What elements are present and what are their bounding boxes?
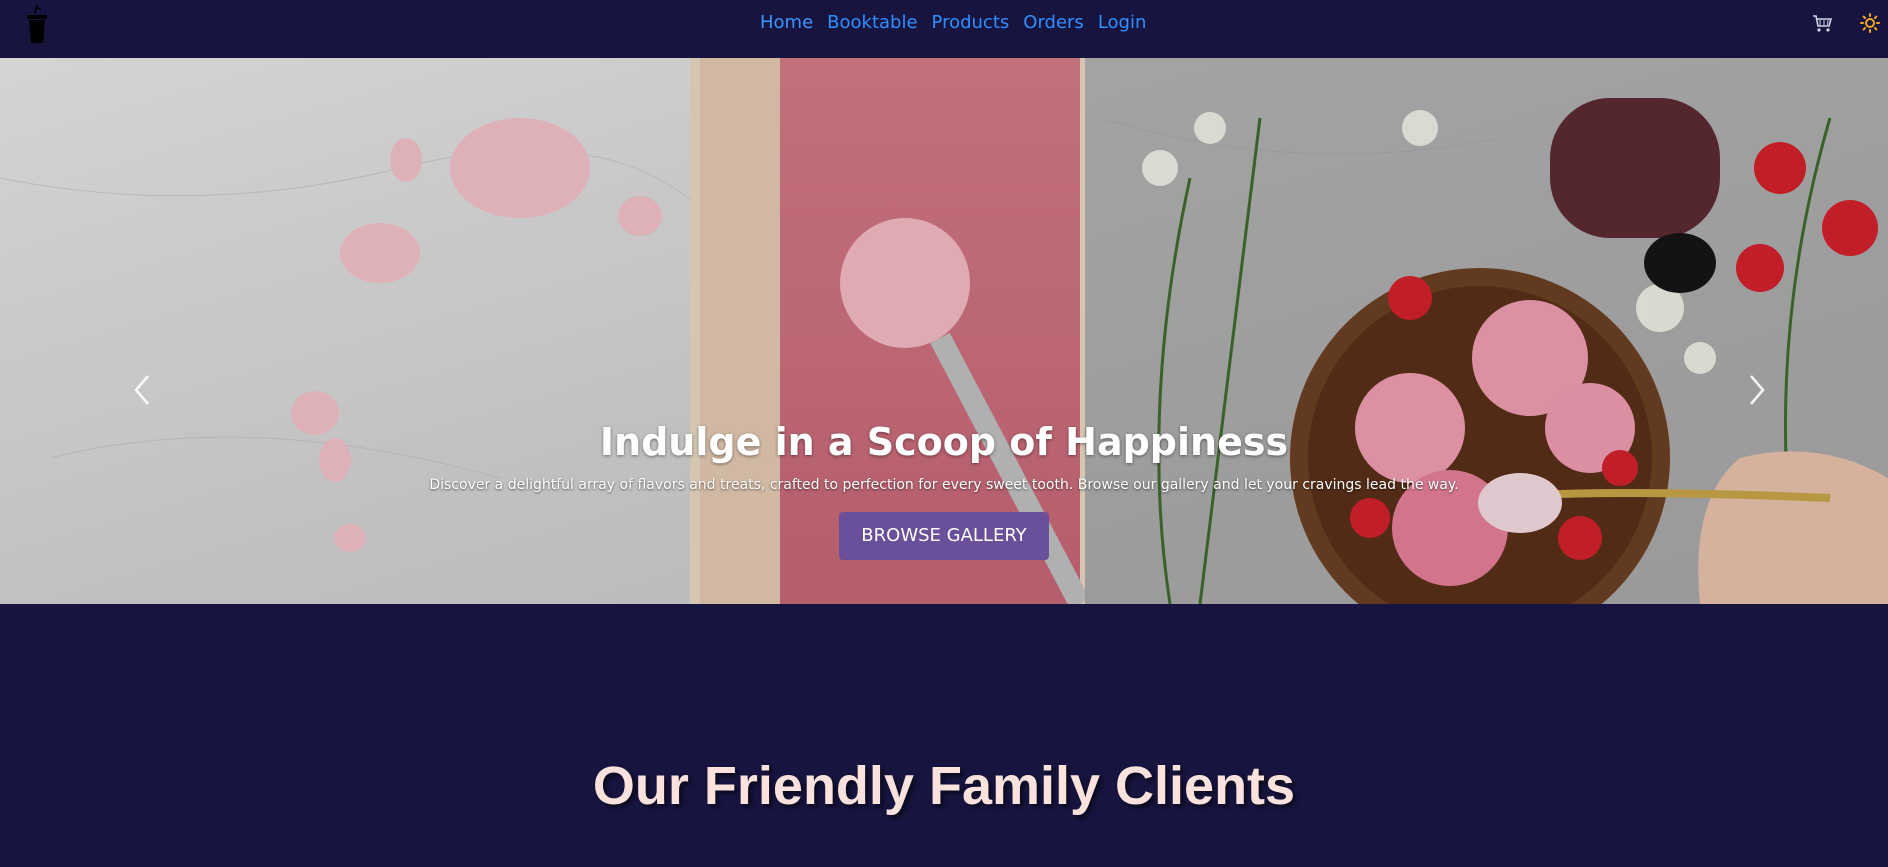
clients-heading: Our Friendly Family Clients [592,756,1296,816]
hero-carousel: Indulge in a Scoop of Happiness Discover… [0,58,1888,604]
hero-caption: Indulge in a Scoop of Happiness Discover… [0,418,1888,560]
navbar: Home Booktable Products Orders Login [0,0,1888,58]
cart-icon[interactable] [1811,12,1833,34]
sun-icon[interactable] [1860,13,1880,33]
cup-icon[interactable] [22,3,52,45]
browse-gallery-button[interactable]: BROWSE GALLERY [839,512,1049,560]
hero-subtitle: Discover a delightful array of flavors a… [429,477,1459,493]
nav-booktable-link[interactable]: Booktable [827,10,917,36]
nav-links: Home Booktable Products Orders Login [760,10,1146,36]
chevron-left-icon[interactable] [130,372,154,408]
nav-orders-link[interactable]: Orders [1023,10,1084,36]
clients-section: Our Friendly Family Clients [0,604,1888,867]
nav-products-link[interactable]: Products [932,10,1010,36]
nav-login-link[interactable]: Login [1098,10,1147,36]
chevron-right-icon[interactable] [1745,372,1769,408]
hero-title: Indulge in a Scoop of Happiness [599,420,1289,464]
nav-home-link[interactable]: Home [760,10,813,36]
